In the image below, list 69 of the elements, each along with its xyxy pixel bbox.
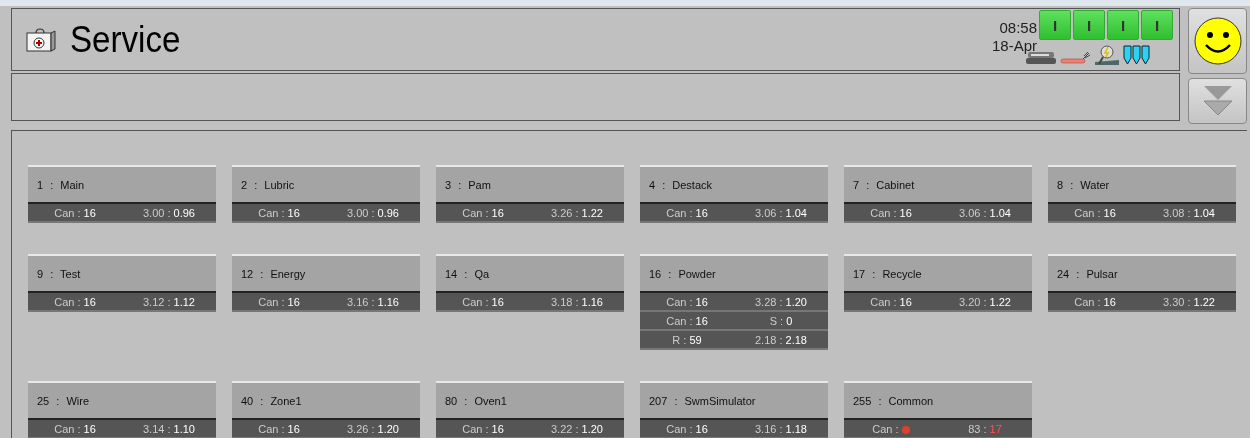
module-header[interactable]: 255 : Common — [844, 381, 1032, 420]
module-header[interactable]: 207 : SwmSimulator — [640, 381, 828, 420]
module-header[interactable]: 14 : Qa — [436, 254, 624, 293]
status-button[interactable] — [1188, 8, 1247, 74]
data-value: Can : 16 — [257, 206, 301, 219]
module-header[interactable]: 17 : Recycle — [844, 254, 1032, 293]
module-header[interactable]: 80 : Oven1 — [436, 381, 624, 420]
data-value: Can : 16 — [665, 206, 709, 219]
module-header[interactable]: 12 : Energy — [232, 254, 420, 293]
data-value: Can : 16 — [53, 206, 97, 219]
data-value: 3.00 : 0.96 — [142, 206, 196, 219]
indicator-button[interactable]: I — [1073, 10, 1105, 40]
indicator-button[interactable]: I — [1107, 10, 1139, 40]
module-header[interactable]: 3 : Pam — [436, 165, 624, 204]
data-value: 3.08 : 1.04 — [1162, 206, 1216, 219]
data-value: 3.16 : 1.16 — [346, 295, 400, 308]
data-value: Can : — [844, 422, 938, 435]
data-value: Can : 16 — [665, 295, 709, 308]
data-value: 3.18 : 1.16 — [550, 295, 604, 308]
data-value: Can : 16 — [257, 295, 301, 308]
double-chevron-down-icon — [1202, 85, 1233, 117]
data-value: Can : 16 — [869, 206, 913, 219]
module-header[interactable]: 24 : Pulsar — [1048, 254, 1236, 293]
data-value: 3.22 : 1.20 — [550, 422, 604, 435]
data-value: Can : 16 — [1073, 295, 1117, 308]
data-value: Can : 16 — [665, 314, 709, 327]
data-value: 3.26 : 1.22 — [550, 206, 604, 219]
data-value: 3.14 : 1.10 — [142, 422, 196, 435]
module-header[interactable]: 1 : Main — [28, 165, 216, 204]
data-value: 3.06 : 1.04 — [754, 206, 808, 219]
module-header[interactable]: 16 : Powder — [640, 254, 828, 293]
data-value: Can : 16 — [53, 295, 97, 308]
module-header[interactable]: 7 : Cabinet — [844, 165, 1032, 204]
data-value: R : 59 — [671, 333, 703, 346]
data-value: Can : 16 — [53, 422, 97, 435]
first-aid-kit-icon — [26, 26, 56, 53]
data-value: 3.30 : 1.22 — [1162, 295, 1216, 308]
data-value: 3.20 : 1.22 — [958, 295, 1012, 308]
power-icon — [1093, 44, 1121, 66]
module-header[interactable]: 25 : Wire — [28, 381, 216, 420]
page-title: Service — [70, 18, 181, 61]
module-header[interactable]: 2 : Lubric — [232, 165, 420, 204]
data-value: Can : 16 — [461, 295, 505, 308]
data-value: Can : 16 — [665, 422, 709, 435]
data-value: Can : 16 — [461, 206, 505, 219]
data-value: 3.16 : 1.18 — [754, 422, 808, 435]
data-value: 3.06 : 1.04 — [958, 206, 1012, 219]
module-header[interactable]: 40 : Zone1 — [232, 381, 420, 420]
module-header[interactable]: 8 : Water — [1048, 165, 1236, 204]
data-value: 2.18 : 2.18 — [754, 333, 808, 346]
data-value: 3.00 : 0.96 — [346, 206, 400, 219]
time-text: 08:58 — [999, 19, 1037, 37]
data-value: S : 0 — [768, 314, 794, 327]
data-value: Can : 16 — [1073, 206, 1117, 219]
data-value: Can : 16 — [461, 422, 505, 435]
date-text: 18-Apr — [991, 37, 1037, 55]
heater-icon — [1059, 50, 1091, 66]
data-value: 3.26 : 1.20 — [346, 422, 400, 435]
data-value: 3.28 : 1.20 — [754, 295, 808, 308]
data-value: 3.12 : 1.12 — [142, 295, 196, 308]
smiley-icon — [1192, 16, 1243, 66]
module-header[interactable]: 9 : Test — [28, 254, 216, 293]
data-value: Can : 16 — [257, 422, 301, 435]
data-value: Can : 16 — [869, 295, 913, 308]
data-value: 83 : 17 — [967, 422, 1003, 435]
indicator-button[interactable]: I — [1141, 10, 1173, 40]
module-header[interactable]: 4 : Destack — [640, 165, 828, 204]
cartridges-icon — [1123, 44, 1151, 66]
indicator-button[interactable]: I — [1039, 10, 1071, 40]
